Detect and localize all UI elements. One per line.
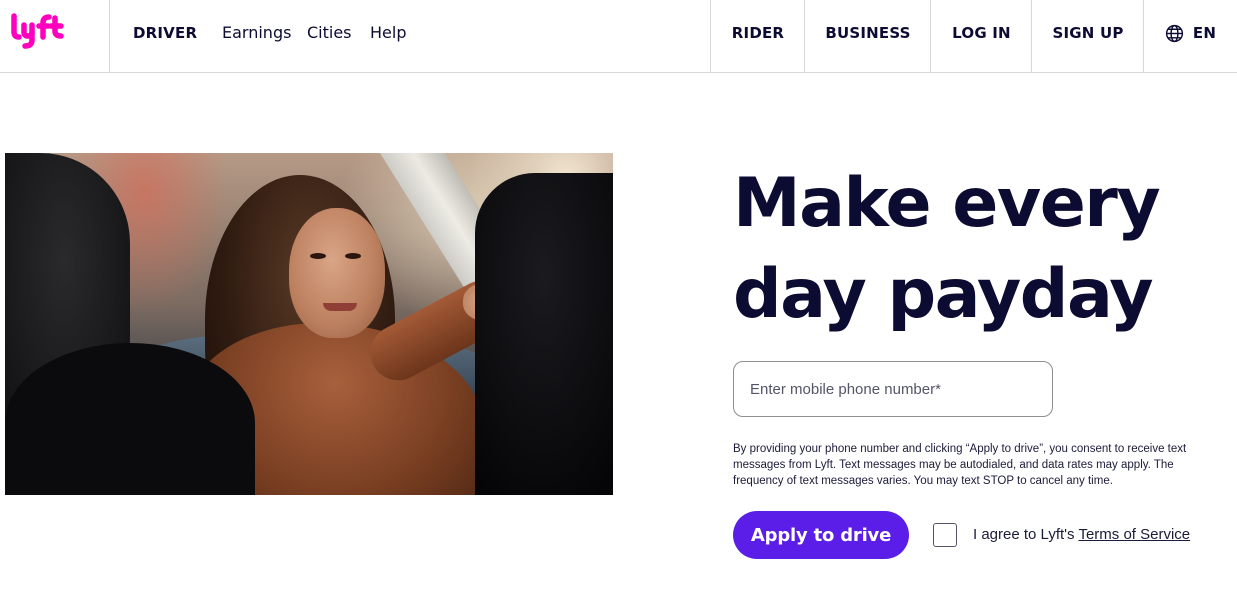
terms-agreement-prefix: I agree to Lyft's [973, 526, 1079, 543]
apply-to-drive-button[interactable]: Apply to drive [733, 511, 909, 559]
photo-passenger-seat [475, 173, 613, 495]
site-header: DRIVER Earnings Cities Help RIDER BUSINE… [0, 0, 1237, 73]
lyft-logo[interactable] [10, 13, 66, 53]
terms-of-service-link[interactable]: Terms of Service [1078, 526, 1190, 543]
logo-cell [0, 0, 110, 72]
nav-driver[interactable]: DRIVER [133, 0, 197, 72]
photo-eye [310, 253, 326, 259]
photo-driver-face [289, 208, 385, 338]
photo-smile [323, 303, 357, 311]
terms-agreement-label: I agree to Lyft's Terms of Service [973, 526, 1190, 543]
nav-earnings[interactable]: Earnings [222, 0, 291, 72]
terms-checkbox[interactable] [933, 523, 957, 547]
headline-line-2: day payday [733, 255, 1154, 334]
phone-number-input[interactable] [733, 361, 1053, 417]
language-code: EN [1192, 24, 1217, 42]
hero-headline: Make every day payday [733, 158, 1213, 340]
lyft-logo-icon [11, 13, 64, 49]
hero-photo [5, 153, 613, 495]
photo-eye [345, 253, 361, 259]
signup-link[interactable]: SIGN UP [1031, 0, 1144, 72]
nav-rider[interactable]: RIDER [710, 0, 805, 72]
nav-business[interactable]: BUSINESS [804, 0, 931, 72]
nav-help[interactable]: Help [370, 0, 406, 72]
headline-line-1: Make every [733, 164, 1161, 243]
photo-seat-back [5, 343, 255, 495]
sms-consent-disclaimer: By providing your phone number and click… [733, 443, 1187, 487]
globe-icon [1165, 24, 1183, 42]
login-link[interactable]: LOG IN [930, 0, 1032, 72]
language-selector[interactable]: EN [1143, 0, 1237, 72]
nav-cities[interactable]: Cities [307, 0, 352, 72]
